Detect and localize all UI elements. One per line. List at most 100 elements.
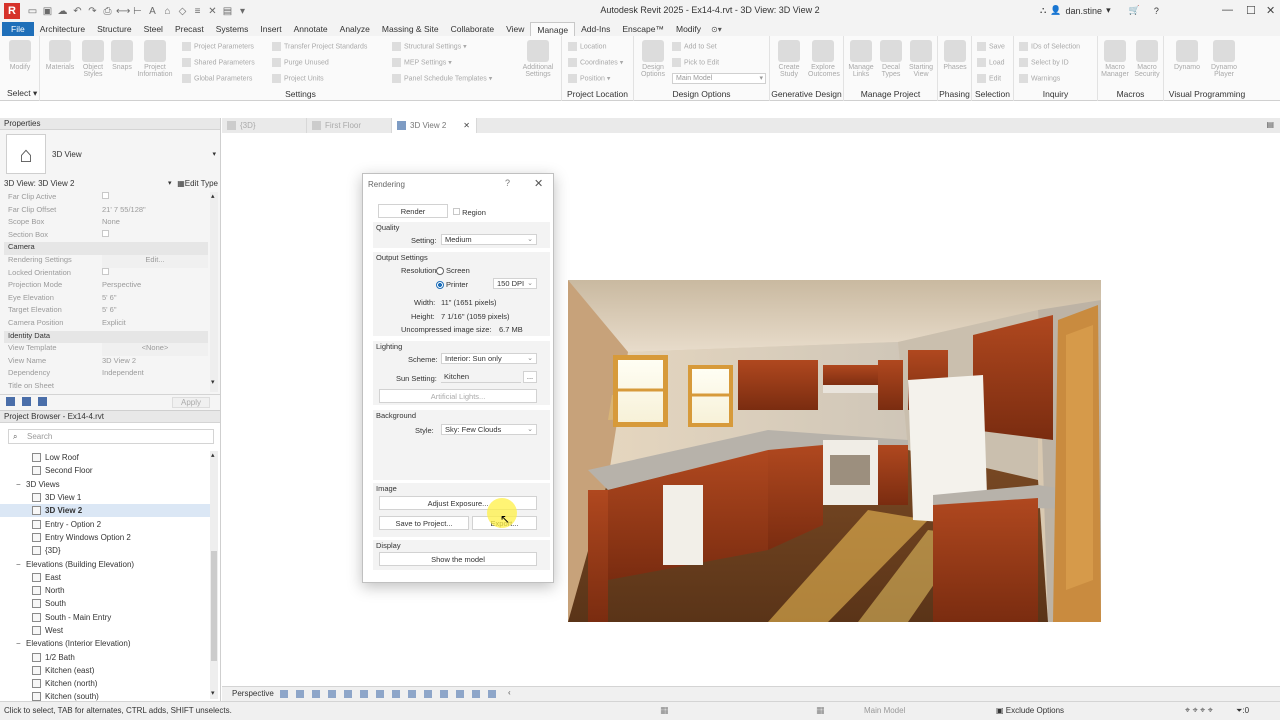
- browser-tree-item[interactable]: 3D View 2: [0, 504, 210, 518]
- scroll-thumb[interactable]: [211, 551, 217, 661]
- scroll-up-icon[interactable]: ▴: [211, 451, 215, 459]
- dimension-icon[interactable]: ⊢: [131, 5, 144, 18]
- property-value[interactable]: Perspective: [102, 280, 208, 293]
- browser-search-input[interactable]: ⌕ Search: [8, 429, 214, 444]
- lock-3d-icon[interactable]: [376, 690, 384, 698]
- object-styles-button[interactable]: Object Styles: [78, 40, 108, 78]
- revit-logo-icon[interactable]: R: [4, 3, 20, 19]
- cloud-icon[interactable]: ☁: [56, 5, 69, 18]
- selection-save-button[interactable]: Save: [977, 42, 1005, 51]
- tab-architecture[interactable]: Architecture: [34, 22, 91, 36]
- 3d-view-icon[interactable]: ⌂: [161, 5, 174, 18]
- browser-tree-item[interactable]: Entry Windows Option 2: [0, 531, 210, 544]
- user-icon[interactable]: 👤: [1050, 5, 1061, 16]
- cart-icon[interactable]: 🛒: [1129, 5, 1140, 16]
- group-label-select[interactable]: Select ▾: [0, 88, 39, 99]
- tab-systems[interactable]: Systems: [210, 22, 255, 36]
- printer-radio[interactable]: Printer: [436, 280, 468, 290]
- scroll-down-icon[interactable]: ▾: [211, 378, 215, 386]
- browser-tree-item[interactable]: Kitchen (east): [0, 664, 210, 677]
- chevron-down-icon[interactable]: ▾: [168, 179, 172, 187]
- property-value[interactable]: 3D View 2: [102, 356, 208, 369]
- analytical-model-icon[interactable]: [456, 690, 464, 698]
- macro-manager-button[interactable]: Macro Manager: [1100, 40, 1130, 78]
- property-checkbox[interactable]: [102, 267, 109, 275]
- apply-button[interactable]: Apply: [171, 397, 210, 408]
- shared-parameters-button[interactable]: Shared Parameters: [182, 58, 255, 67]
- additional-settings-button[interactable]: Additional Settings: [518, 40, 558, 78]
- shadows-icon[interactable]: [312, 690, 320, 698]
- crop-view-icon[interactable]: [344, 690, 352, 698]
- ids-of-selection-button[interactable]: IDs of Selection: [1019, 42, 1080, 51]
- tab-insert[interactable]: Insert: [254, 22, 287, 36]
- active-design-option[interactable]: Main Model: [864, 706, 905, 715]
- project-parameters-button[interactable]: Project Parameters: [182, 42, 254, 51]
- browser-tree-item[interactable]: 1/2 Bath: [0, 650, 210, 663]
- rendering-dialog-icon[interactable]: [328, 690, 336, 698]
- screen-radio[interactable]: Screen: [436, 266, 470, 276]
- view-tab-first-floor[interactable]: First Floor: [307, 118, 392, 133]
- starting-view-button[interactable]: Starting View: [906, 40, 936, 78]
- materials-button[interactable]: Materials: [45, 40, 75, 71]
- ribbon-options-icon[interactable]: ⊙▾: [711, 25, 722, 34]
- browser-tree-item[interactable]: Entry - Option 2: [0, 517, 210, 530]
- reveal-hidden-icon[interactable]: [408, 690, 416, 698]
- save-to-project-button[interactable]: Save to Project...: [379, 516, 469, 530]
- close-icon[interactable]: ✕: [534, 177, 543, 190]
- tab-file[interactable]: File: [2, 22, 34, 36]
- artificial-lights-button[interactable]: Artificial Lights...: [379, 389, 537, 403]
- property-value[interactable]: <None>: [102, 343, 208, 356]
- visual-style-icon[interactable]: [280, 690, 288, 698]
- tab-collaborate[interactable]: Collaborate: [445, 22, 500, 36]
- scroll-down-icon[interactable]: ▾: [211, 689, 215, 697]
- dynamo-player-button[interactable]: Dynamo Player: [1206, 40, 1242, 78]
- tab-structure[interactable]: Structure: [91, 22, 138, 36]
- tab-massing-site[interactable]: Massing & Site: [376, 22, 445, 36]
- chevron-down-icon[interactable]: ▾: [212, 150, 216, 158]
- structural-settings-button[interactable]: Structural Settings ▾: [392, 42, 467, 51]
- collapse-icon[interactable]: −: [16, 560, 26, 569]
- chevron-down-icon[interactable]: ▾: [1106, 5, 1111, 16]
- section-icon[interactable]: ◇: [176, 5, 189, 18]
- property-value[interactable]: Explicit: [102, 318, 208, 331]
- measure-icon[interactable]: ⟷: [116, 5, 130, 18]
- customize-icon[interactable]: ▾: [236, 5, 249, 18]
- type-selector[interactable]: ⌂ 3D View ▾: [4, 132, 218, 174]
- decal-types-button[interactable]: Decal Types: [876, 40, 906, 78]
- select-by-id-button[interactable]: Select by ID: [1019, 58, 1069, 67]
- tab-analyze[interactable]: Analyze: [334, 22, 376, 36]
- browser-tree-item[interactable]: West: [0, 624, 210, 637]
- close-hidden-icon[interactable]: ✕: [206, 5, 219, 18]
- maximize-icon[interactable]: ☐: [1246, 4, 1256, 17]
- design-options-status-icon[interactable]: ▦: [816, 705, 825, 716]
- highlight-displacement-icon[interactable]: [472, 690, 480, 698]
- collapse-icon[interactable]: −: [16, 480, 26, 489]
- worksets-icon[interactable]: ▦: [660, 705, 669, 716]
- add-to-set-button[interactable]: Add to Set: [672, 42, 717, 51]
- undo-icon[interactable]: ↶: [71, 5, 84, 18]
- properties-section-header[interactable]: Camera: [4, 242, 208, 255]
- scroll-up-icon[interactable]: ▴: [211, 192, 215, 200]
- browser-tree-item[interactable]: Second Floor: [0, 464, 210, 477]
- macro-security-button[interactable]: Macro Security: [1132, 40, 1162, 78]
- properties-scrollbar[interactable]: ▴ ▾: [210, 192, 218, 392]
- edit-type-button[interactable]: ▦Edit Type: [177, 179, 218, 188]
- transfer-standards-button[interactable]: Transfer Project Standards: [272, 42, 367, 51]
- render-button[interactable]: Render: [378, 204, 448, 218]
- property-value[interactable]: 5' 6": [102, 305, 208, 318]
- show-crop-icon[interactable]: [360, 690, 368, 698]
- show-model-button[interactable]: Show the model: [379, 552, 537, 566]
- properties-section-header[interactable]: Identity Data: [4, 330, 208, 344]
- view-tab-3d-view-2[interactable]: 3D View 2 ✕: [392, 118, 477, 133]
- view-tab-3d-default[interactable]: {3D}: [222, 118, 307, 133]
- property-value[interactable]: [102, 381, 208, 394]
- open-icon[interactable]: ▭: [26, 5, 39, 18]
- project-units-button[interactable]: Project Units: [272, 74, 324, 83]
- share-icon[interactable]: ⛬: [1040, 5, 1046, 16]
- tab-view[interactable]: View: [500, 22, 530, 36]
- browser-scrollbar[interactable]: ▴ ▾: [210, 451, 218, 699]
- panel-schedule-templates-button[interactable]: Panel Schedule Templates ▾: [392, 74, 492, 83]
- manage-links-button[interactable]: Manage Links: [846, 40, 876, 78]
- phases-button[interactable]: Phases: [940, 40, 970, 71]
- thin-lines-icon[interactable]: ≡: [191, 5, 204, 18]
